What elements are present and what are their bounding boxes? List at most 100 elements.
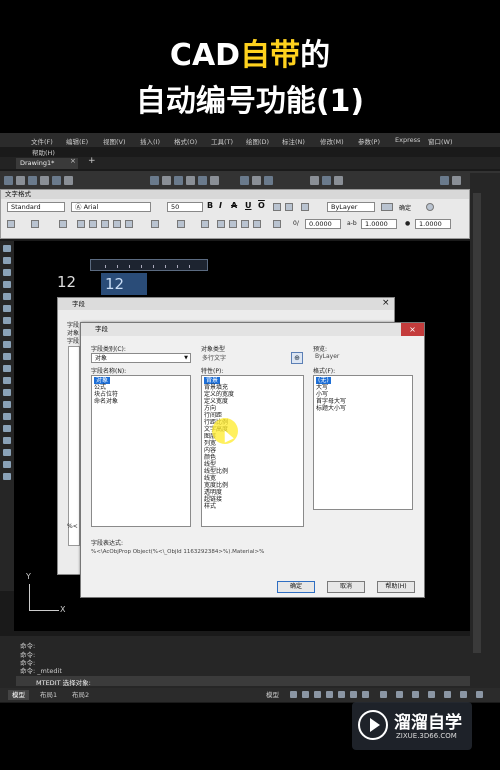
gradient-tool-icon[interactable] bbox=[3, 425, 11, 432]
uppercase-icon[interactable] bbox=[217, 220, 225, 228]
numbering-icon[interactable] bbox=[177, 220, 185, 228]
width-input[interactable]: 1.0000 bbox=[415, 219, 451, 229]
list-item[interactable]: 对象 bbox=[94, 377, 111, 384]
close-icon[interactable]: × bbox=[382, 298, 390, 308]
ok-button[interactable]: 确定 bbox=[277, 581, 315, 593]
insert-block-tool-icon[interactable] bbox=[3, 377, 11, 384]
align-right-icon[interactable] bbox=[101, 220, 109, 228]
superscript-icon[interactable] bbox=[241, 220, 249, 228]
bold-button[interactable]: B bbox=[207, 201, 213, 210]
spline-tool-icon[interactable] bbox=[3, 341, 11, 348]
polar-icon[interactable] bbox=[326, 691, 333, 698]
line-spacing-icon[interactable] bbox=[151, 220, 159, 228]
underline-button[interactable]: U bbox=[245, 201, 252, 210]
settings-icon[interactable] bbox=[452, 176, 461, 185]
format-list[interactable]: (无) 大写 小写 首字母大写 标题大小写 bbox=[313, 375, 413, 510]
list-item[interactable]: 方向 bbox=[204, 405, 216, 412]
property-list[interactable]: 背景 背景填充 定义的宽度 定义宽度 方向 行间距 行距比例 文字高度 图层 列… bbox=[201, 375, 304, 527]
mtext-ruler[interactable] bbox=[90, 259, 208, 271]
list-item[interactable]: 小写 bbox=[316, 391, 328, 398]
ruler-toggle-icon[interactable] bbox=[381, 203, 393, 211]
make-block-tool-icon[interactable] bbox=[3, 389, 11, 396]
osnap-icon[interactable] bbox=[338, 691, 345, 698]
list-item[interactable]: 线宽 bbox=[204, 475, 216, 482]
list-item[interactable]: 背景 bbox=[204, 377, 221, 384]
subscript-icon[interactable] bbox=[253, 220, 261, 228]
menu-file[interactable]: 文件(F) bbox=[31, 136, 53, 146]
symbol-icon[interactable] bbox=[273, 220, 281, 228]
list-item[interactable]: 内容 bbox=[204, 447, 216, 454]
ellipse-tool-icon[interactable] bbox=[3, 353, 11, 360]
menu-express[interactable]: Express bbox=[395, 136, 420, 144]
new-tab-icon[interactable]: + bbox=[88, 156, 96, 166]
redo-icon[interactable] bbox=[322, 176, 331, 185]
design-center-icon[interactable] bbox=[210, 176, 219, 185]
menu-help[interactable]: 帮助(H) bbox=[32, 147, 55, 157]
properties-icon[interactable] bbox=[198, 176, 207, 185]
style-select[interactable]: Standard bbox=[7, 202, 65, 212]
menu-edit[interactable]: 编辑(E) bbox=[66, 136, 88, 146]
menu-tools[interactable]: 工具(T) bbox=[211, 136, 233, 146]
mtext-tool-icon[interactable] bbox=[3, 461, 11, 468]
match-icon[interactable] bbox=[264, 176, 273, 185]
menu-view[interactable]: 视图(V) bbox=[103, 136, 126, 146]
canvas-text[interactable]: 12 bbox=[57, 273, 76, 291]
menu-modify[interactable]: 修改(M) bbox=[320, 136, 344, 146]
redo-text-icon[interactable] bbox=[285, 203, 293, 211]
command-input[interactable]: MTEDIT 选择对象: bbox=[16, 676, 470, 687]
mtext-justify-icon[interactable] bbox=[31, 220, 39, 228]
customize-icon[interactable] bbox=[476, 691, 483, 698]
zoom-window-icon[interactable] bbox=[174, 176, 183, 185]
paragraph-icon[interactable] bbox=[59, 220, 67, 228]
italic-button[interactable]: I bbox=[219, 201, 222, 210]
cancel-button[interactable]: 取消 bbox=[327, 581, 365, 593]
close-button[interactable]: × bbox=[401, 323, 424, 336]
scroll-track[interactable] bbox=[473, 193, 481, 653]
line-tool-icon[interactable] bbox=[3, 245, 11, 252]
lowercase-icon[interactable] bbox=[229, 220, 237, 228]
justify-icon[interactable] bbox=[113, 220, 121, 228]
distribute-icon[interactable] bbox=[125, 220, 133, 228]
list-item[interactable]: 宽度比例 bbox=[204, 482, 228, 489]
options-icon[interactable] bbox=[426, 203, 434, 211]
circle-tool-icon[interactable] bbox=[3, 317, 11, 324]
tab-layout1[interactable]: 布局1 bbox=[36, 690, 61, 700]
color-select[interactable]: ByLayer bbox=[327, 202, 375, 212]
layer-icon[interactable] bbox=[240, 176, 249, 185]
mtext-edit-box[interactable]: 12 bbox=[101, 273, 147, 295]
tab-layout2[interactable]: 布局2 bbox=[68, 690, 93, 700]
polyline-tool-icon[interactable] bbox=[3, 269, 11, 276]
list-item[interactable]: 标题大小写 bbox=[316, 405, 346, 412]
select-object-icon[interactable]: ⊕ bbox=[291, 352, 303, 364]
isolate-icon[interactable] bbox=[444, 691, 451, 698]
menu-dimension[interactable]: 标注(N) bbox=[282, 136, 305, 146]
ok-button[interactable]: 确定 bbox=[399, 203, 411, 212]
tab-close-icon[interactable]: × bbox=[70, 157, 76, 165]
help-button[interactable]: 帮助(H) bbox=[377, 581, 415, 593]
list-item[interactable]: 块占位符 bbox=[94, 391, 118, 398]
align-left-icon[interactable] bbox=[77, 220, 85, 228]
menu-params[interactable]: 参数(P) bbox=[358, 136, 380, 146]
pan-icon[interactable] bbox=[150, 176, 159, 185]
stack-icon[interactable] bbox=[301, 203, 309, 211]
fullscreen-icon[interactable] bbox=[460, 691, 467, 698]
hatch-tool-icon[interactable] bbox=[3, 413, 11, 420]
otrack-icon[interactable] bbox=[350, 691, 357, 698]
print-icon[interactable] bbox=[40, 176, 49, 185]
undo-icon[interactable] bbox=[310, 176, 319, 185]
scale-icon[interactable] bbox=[396, 691, 403, 698]
tab-model[interactable]: 模型 bbox=[8, 690, 29, 700]
menu-draw[interactable]: 绘图(D) bbox=[246, 136, 269, 146]
grid-icon[interactable] bbox=[290, 691, 297, 698]
rectangle-tool-icon[interactable] bbox=[3, 293, 11, 300]
annotation-icon[interactable] bbox=[380, 691, 387, 698]
columns-icon[interactable] bbox=[7, 220, 15, 228]
list-item[interactable]: 命名对象 bbox=[94, 398, 118, 405]
point-tool-icon[interactable] bbox=[3, 401, 11, 408]
workspace-icon[interactable] bbox=[440, 176, 449, 185]
strike-button[interactable]: A bbox=[231, 201, 237, 210]
zoom-prev-icon[interactable] bbox=[186, 176, 195, 185]
menu-window[interactable]: 窗口(W) bbox=[428, 136, 453, 146]
insert-field-icon[interactable] bbox=[201, 220, 209, 228]
workspace-switch-icon[interactable] bbox=[412, 691, 419, 698]
